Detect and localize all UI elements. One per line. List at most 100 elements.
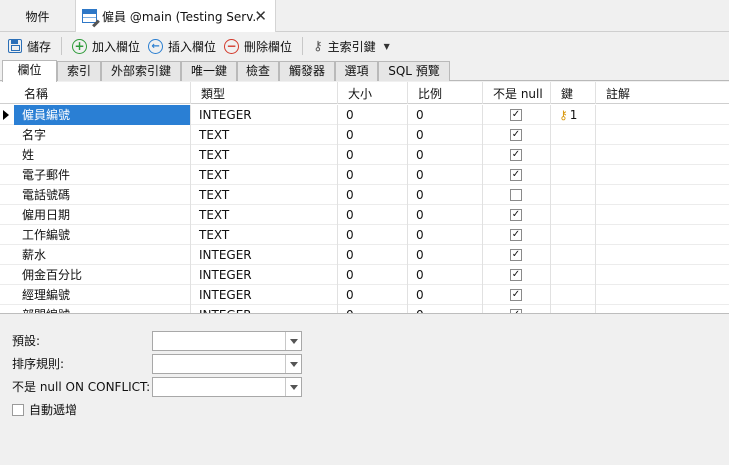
not-null-cell[interactable]: ✓ xyxy=(483,245,551,265)
comment-cell[interactable] xyxy=(596,285,729,305)
field-scale-cell[interactable]: 0 xyxy=(408,285,483,305)
chevron-down-icon[interactable] xyxy=(285,355,301,373)
not-null-cell[interactable]: ✓ xyxy=(483,105,551,125)
not-null-checkbox[interactable]: ✓ xyxy=(510,269,522,281)
field-name-cell[interactable]: 薪水 xyxy=(14,245,191,265)
key-cell[interactable] xyxy=(551,165,596,185)
table-row[interactable]: 佣金百分比 INTEGER 0 0 ✓ xyxy=(0,265,729,285)
not-null-checkbox[interactable]: ✓ xyxy=(510,229,522,241)
field-size-cell[interactable]: 0 xyxy=(338,305,408,313)
field-size-cell[interactable]: 0 xyxy=(338,185,408,205)
field-scale-cell[interactable]: 0 xyxy=(408,225,483,245)
column-header-scale[interactable]: 比例 xyxy=(408,82,483,104)
primary-key-button[interactable]: ⚷ 主索引鍵 ▼ xyxy=(309,34,394,58)
field-size-cell[interactable]: 0 xyxy=(338,145,408,165)
field-type-cell[interactable]: TEXT xyxy=(191,165,338,185)
add-field-button[interactable]: + 加入欄位 xyxy=(68,34,144,58)
tab-indexes[interactable]: 索引 xyxy=(57,61,101,81)
key-cell[interactable] xyxy=(551,305,596,313)
field-scale-cell[interactable]: 0 xyxy=(408,185,483,205)
key-cell[interactable] xyxy=(551,265,596,285)
tab-table-designer[interactable]: 僱員 @main (Testing Serv... ✕ xyxy=(76,0,276,32)
field-scale-cell[interactable]: 0 xyxy=(408,265,483,285)
field-name-cell[interactable]: 僱員編號 xyxy=(14,105,191,125)
field-type-cell[interactable]: TEXT xyxy=(191,225,338,245)
save-button[interactable]: 儲存 xyxy=(4,34,55,58)
field-scale-cell[interactable]: 0 xyxy=(408,165,483,185)
field-name-cell[interactable]: 姓 xyxy=(14,145,191,165)
tab-foreign-keys[interactable]: 外部索引鍵 xyxy=(101,61,181,81)
field-scale-cell[interactable]: 0 xyxy=(408,125,483,145)
chevron-down-icon[interactable] xyxy=(285,378,301,396)
field-scale-cell[interactable]: 0 xyxy=(408,145,483,165)
field-name-cell[interactable]: 工作編號 xyxy=(14,225,191,245)
column-header-size[interactable]: 大小 xyxy=(338,82,408,104)
field-name-cell[interactable]: 部門編號 xyxy=(14,305,191,313)
field-scale-cell[interactable]: 0 xyxy=(408,245,483,265)
comment-cell[interactable] xyxy=(596,165,729,185)
chevron-down-icon[interactable] xyxy=(285,332,301,350)
default-combo[interactable] xyxy=(152,331,302,351)
comment-cell[interactable] xyxy=(596,265,729,285)
field-scale-cell[interactable]: 0 xyxy=(408,105,483,125)
comment-cell[interactable] xyxy=(596,305,729,313)
field-size-cell[interactable]: 0 xyxy=(338,285,408,305)
field-type-cell[interactable]: TEXT xyxy=(191,125,338,145)
field-name-cell[interactable]: 電子郵件 xyxy=(14,165,191,185)
table-row[interactable]: 僱用日期 TEXT 0 0 ✓ xyxy=(0,205,729,225)
tab-fields[interactable]: 欄位 xyxy=(2,60,57,82)
field-type-cell[interactable]: INTEGER xyxy=(191,105,338,125)
column-header-name[interactable]: 名稱 xyxy=(14,82,191,104)
tab-checks[interactable]: 檢查 xyxy=(237,61,279,81)
comment-cell[interactable] xyxy=(596,245,729,265)
key-cell[interactable] xyxy=(551,245,596,265)
key-cell[interactable] xyxy=(551,145,596,165)
comment-cell[interactable] xyxy=(596,185,729,205)
field-name-cell[interactable]: 名字 xyxy=(14,125,191,145)
field-size-cell[interactable]: 0 xyxy=(338,165,408,185)
tab-sql-preview[interactable]: SQL 預覽 xyxy=(378,61,450,81)
not-null-checkbox[interactable]: ✓ xyxy=(510,209,522,221)
collation-combo[interactable] xyxy=(152,354,302,374)
tab-triggers[interactable]: 觸發器 xyxy=(279,61,335,81)
key-cell[interactable] xyxy=(551,205,596,225)
not-null-cell[interactable] xyxy=(483,185,551,205)
delete-field-button[interactable]: − 刪除欄位 xyxy=(220,34,296,58)
table-row[interactable]: 薪水 INTEGER 0 0 ✓ xyxy=(0,245,729,265)
key-cell[interactable] xyxy=(551,225,596,245)
not-null-checkbox[interactable]: ✓ xyxy=(510,309,522,313)
not-null-checkbox[interactable]: ✓ xyxy=(510,129,522,141)
field-type-cell[interactable]: INTEGER xyxy=(191,305,338,313)
field-name-cell[interactable]: 僱用日期 xyxy=(14,205,191,225)
not-null-cell[interactable]: ✓ xyxy=(483,165,551,185)
key-cell[interactable] xyxy=(551,125,596,145)
field-type-cell[interactable]: INTEGER xyxy=(191,245,338,265)
table-row[interactable]: 僱員編號 INTEGER 0 0 ✓ ⚷ 1 xyxy=(0,105,729,125)
tab-unique-keys[interactable]: 唯一鍵 xyxy=(181,61,237,81)
key-cell[interactable]: ⚷ 1 xyxy=(551,105,596,125)
field-size-cell[interactable]: 0 xyxy=(338,245,408,265)
not-null-cell[interactable]: ✓ xyxy=(483,305,551,313)
field-scale-cell[interactable]: 0 xyxy=(408,305,483,313)
table-row[interactable]: 工作編號 TEXT 0 0 ✓ xyxy=(0,225,729,245)
insert-field-button[interactable]: ← 插入欄位 xyxy=(144,34,220,58)
field-size-cell[interactable]: 0 xyxy=(338,105,408,125)
not-null-checkbox[interactable]: ✓ xyxy=(510,249,522,261)
field-scale-cell[interactable]: 0 xyxy=(408,205,483,225)
field-type-cell[interactable]: TEXT xyxy=(191,145,338,165)
not-null-checkbox[interactable] xyxy=(510,189,522,201)
table-row[interactable]: 電子郵件 TEXT 0 0 ✓ xyxy=(0,165,729,185)
not-null-cell[interactable]: ✓ xyxy=(483,145,551,165)
tab-objects[interactable]: 物件 xyxy=(0,0,76,32)
comment-cell[interactable] xyxy=(596,105,729,125)
field-type-cell[interactable]: INTEGER xyxy=(191,265,338,285)
not-null-checkbox[interactable]: ✓ xyxy=(510,169,522,181)
not-null-cell[interactable]: ✓ xyxy=(483,285,551,305)
field-name-cell[interactable]: 經理編號 xyxy=(14,285,191,305)
field-type-cell[interactable]: INTEGER xyxy=(191,285,338,305)
table-row[interactable]: 姓 TEXT 0 0 ✓ xyxy=(0,145,729,165)
not-null-cell[interactable]: ✓ xyxy=(483,205,551,225)
table-row[interactable]: 部門編號INTEGER00✓ xyxy=(0,305,729,313)
not-null-cell[interactable]: ✓ xyxy=(483,125,551,145)
field-size-cell[interactable]: 0 xyxy=(338,265,408,285)
